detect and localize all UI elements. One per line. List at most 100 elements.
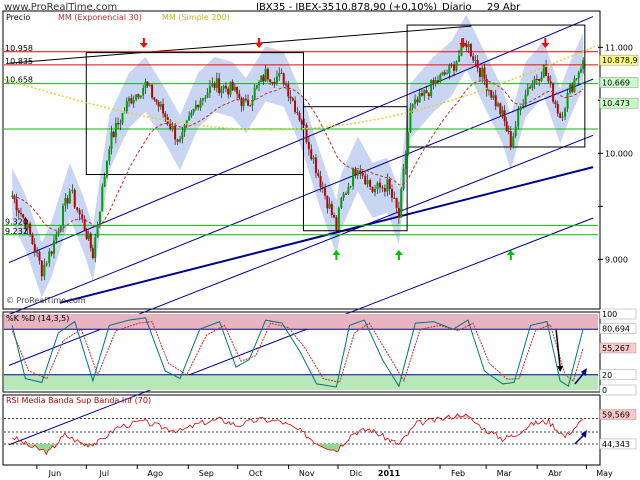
candle [397, 207, 400, 218]
candle [487, 90, 490, 92]
candle [349, 186, 352, 188]
candle [430, 80, 433, 97]
candle [130, 98, 133, 104]
candle [148, 84, 151, 86]
candle [347, 187, 350, 194]
candle [255, 85, 258, 89]
candle [453, 65, 456, 71]
instrument-title: IBX35 - IBEX-35 [256, 2, 335, 13]
candle [337, 207, 340, 230]
candle [305, 124, 308, 143]
candle [582, 60, 585, 70]
candle [201, 97, 204, 101]
candle [432, 80, 435, 84]
x-tick-label: Jul [98, 469, 109, 478]
legend-price: Precio [6, 13, 30, 22]
candle [361, 173, 364, 176]
candle [271, 82, 274, 84]
candle [404, 154, 407, 169]
candle [342, 193, 345, 198]
candle [108, 148, 111, 161]
x-tick-label: Sep [199, 469, 214, 478]
candle [94, 237, 97, 259]
candle [512, 136, 515, 148]
candle [505, 121, 508, 132]
candle [559, 113, 562, 118]
candle [481, 67, 484, 77]
candle [314, 157, 317, 174]
candle [575, 78, 578, 80]
candle [538, 78, 541, 81]
candle [89, 233, 92, 249]
candle [566, 92, 569, 109]
candle [529, 87, 532, 89]
candle [564, 108, 567, 117]
candle [450, 64, 453, 66]
candle [386, 179, 389, 192]
candle [526, 87, 529, 95]
candle [503, 110, 506, 122]
candle [423, 90, 426, 96]
candle [52, 240, 55, 254]
candle [509, 131, 512, 148]
x-tick-label: Ago [148, 469, 164, 478]
candle [71, 189, 74, 192]
candle [269, 79, 272, 83]
candle [298, 113, 301, 121]
stochastic-tag: 20 [602, 371, 612, 380]
candle [204, 97, 207, 99]
candle [280, 72, 283, 74]
candle [540, 77, 543, 81]
candle [469, 44, 472, 57]
candle [275, 76, 278, 84]
candle [66, 198, 69, 204]
candle [420, 93, 423, 96]
candle [312, 157, 315, 160]
candle [155, 99, 158, 103]
candle [328, 203, 331, 209]
candle [411, 104, 414, 108]
candle [181, 132, 184, 139]
rsi-title: RSI Media Banda Sup Banda Inf (70) [6, 396, 151, 405]
x-tick-label: Nov [299, 469, 315, 478]
candle [110, 131, 113, 149]
candle [125, 101, 128, 112]
candle [233, 86, 236, 91]
candle [547, 75, 550, 82]
y-tick-label: 9.000 [605, 255, 628, 264]
candle [476, 60, 479, 68]
x-tick-label: Dic [350, 469, 363, 478]
candle [418, 93, 421, 103]
price-tag: 10.669 [602, 78, 630, 87]
candle [340, 197, 343, 208]
candle [472, 56, 475, 61]
candle [577, 72, 580, 79]
candle [388, 179, 391, 190]
candle [174, 125, 177, 140]
candle [569, 84, 572, 93]
candle [206, 92, 209, 98]
candle [366, 180, 369, 185]
candle [112, 131, 115, 138]
candle [307, 142, 310, 150]
candle [501, 110, 504, 115]
candle [190, 112, 193, 117]
site-label: www.ProRealTime.com [4, 2, 118, 13]
candle [59, 226, 62, 232]
candle [490, 90, 493, 98]
candle [333, 215, 336, 218]
candle [194, 104, 197, 109]
candle [395, 198, 398, 208]
candle [378, 182, 381, 188]
candle [371, 186, 374, 193]
candle [556, 104, 559, 114]
candle [117, 122, 120, 125]
candle [137, 94, 140, 98]
candle [427, 93, 430, 97]
stochastic-tag: 80,694 [602, 325, 630, 334]
x-tick-label: Mar [497, 469, 513, 478]
candle [238, 93, 241, 99]
candle [81, 214, 84, 219]
candle [188, 116, 191, 121]
date-label: 29 Abr [487, 2, 521, 13]
